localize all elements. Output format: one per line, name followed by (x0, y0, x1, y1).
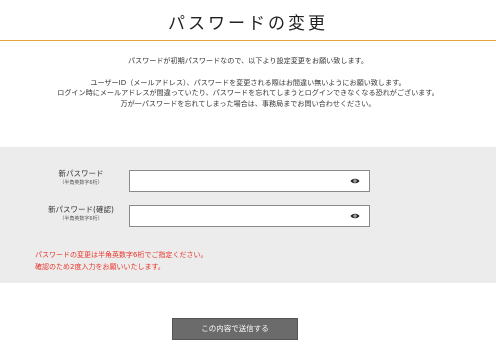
validation-notice: パスワードの変更は半角英数字6桁でご指定ください。 確認のため2度入力をお願いい… (35, 249, 207, 273)
new-password-label: 新パスワード (58, 169, 104, 178)
confirm-password-input[interactable] (130, 206, 352, 226)
submit-button[interactable]: この内容で送信する (172, 318, 298, 340)
confirm-password-label-group: 新パスワード(確認) （半角英数字6桁） (36, 204, 126, 223)
notice-line: 確認のため2度入力をお願いいたします。 (35, 263, 165, 271)
intro-text: パスワードが初期パスワードなので、以下より設定変更をお願い致します。 ユーザーI… (0, 56, 496, 109)
intro-line: ユーザーID（メールアドレス）、パスワードを変更される際はお間違い無いようにお願… (90, 77, 406, 87)
intro-line: パスワードが初期パスワードなので、以下より設定変更をお願い致します。 (127, 56, 369, 65)
new-password-field[interactable] (129, 170, 370, 192)
intro-line: ログイン時にメールアドレスが間違っていたり、パスワードを忘れてしまうとログインで… (57, 88, 439, 97)
notice-line: パスワードの変更は半角英数字6桁でご指定ください。 (35, 251, 208, 259)
eye-icon[interactable] (350, 177, 360, 185)
title-divider (0, 40, 496, 41)
confirm-password-label: 新パスワード(確認) (48, 205, 114, 214)
page-title: パスワードの変更 (168, 14, 328, 34)
confirm-password-hint: （半角英数字6桁） (59, 216, 103, 222)
new-password-hint: （半角英数字6桁） (59, 180, 103, 186)
new-password-label-group: 新パスワード （半角英数字6桁） (36, 168, 126, 187)
new-password-input[interactable] (130, 171, 352, 191)
eye-icon[interactable] (350, 212, 360, 220)
confirm-password-field[interactable] (129, 205, 370, 227)
intro-line: 万が一パスワードを忘れてしまった場合は、事務局までお問い合わせください。 (120, 98, 376, 108)
